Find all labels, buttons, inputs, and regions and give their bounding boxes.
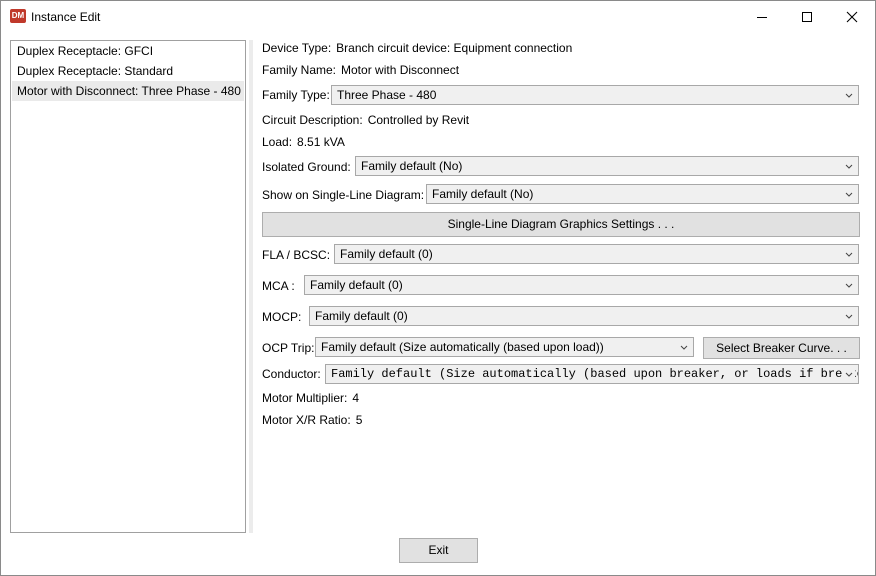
chevron-down-icon: [678, 338, 690, 356]
conductor-value: Family default (Size automatically (base…: [331, 367, 858, 381]
list-item[interactable]: Duplex Receptacle: GFCI: [11, 41, 245, 61]
family-name-row: Family Name: Motor with Disconnect: [262, 63, 459, 77]
title-bar[interactable]: DM Instance Edit: [1, 1, 875, 32]
family-type-value: Three Phase - 480: [337, 88, 437, 102]
single-line-value: Family default (No): [432, 187, 534, 201]
motor-xr-label: Motor X/R Ratio:: [262, 413, 351, 427]
family-name-value: Motor with Disconnect: [341, 63, 460, 77]
list-item-selected[interactable]: Motor with Disconnect: Three Phase - 480: [12, 81, 244, 101]
circuit-description-value: Controlled by Revit: [367, 113, 470, 127]
isolated-ground-label: Isolated Ground:: [262, 160, 351, 174]
motor-multiplier-label: Motor Multiplier:: [262, 391, 348, 405]
conductor-label: Conductor:: [262, 367, 321, 381]
motor-multiplier-row: Motor Multiplier: 4: [262, 391, 359, 405]
fla-bcsc-label: FLA / BCSC:: [262, 248, 331, 262]
minimize-icon: [757, 16, 767, 18]
splitter[interactable]: [249, 40, 253, 533]
ocp-trip-combo[interactable]: Family default (Size automatically (base…: [315, 337, 694, 357]
select-breaker-curve-button[interactable]: Select Breaker Curve. . .: [703, 337, 860, 359]
device-type-label: Device Type:: [262, 41, 332, 55]
single-line-combo[interactable]: Family default (No): [426, 184, 859, 204]
ocp-trip-value: Family default (Size automatically (base…: [321, 340, 604, 354]
fla-bcsc-combo[interactable]: Family default (0): [334, 244, 859, 264]
circuit-description-label: Circuit Description:: [262, 113, 363, 127]
maximize-icon: [802, 11, 812, 22]
family-name-label: Family Name:: [262, 63, 337, 77]
mca-combo[interactable]: Family default (0): [304, 275, 859, 295]
family-type-combo[interactable]: Three Phase - 480: [331, 85, 859, 105]
chevron-down-icon: [843, 157, 855, 175]
fla-bcsc-value: Family default (0): [340, 247, 433, 261]
single-line-label: Show on Single-Line Diagram:: [262, 188, 425, 202]
device-listbox[interactable]: Duplex Receptacle: GFCI Duplex Receptacl…: [10, 40, 246, 533]
chevron-down-icon: [843, 276, 855, 294]
isolated-ground-value: Family default (No): [361, 159, 463, 173]
motor-xr-value: 5: [355, 413, 363, 427]
motor-multiplier-value: 4: [352, 391, 360, 405]
mca-value: Family default (0): [310, 278, 403, 292]
client-area: Duplex Receptacle: GFCI Duplex Receptacl…: [1, 32, 875, 575]
close-icon: [846, 11, 858, 22]
sld-graphics-settings-button[interactable]: Single-Line Diagram Graphics Settings . …: [262, 212, 860, 237]
family-type-label: Family Type:: [262, 88, 330, 102]
minimize-button[interactable]: [739, 1, 785, 32]
window-title: Instance Edit: [31, 10, 101, 24]
chevron-down-icon: [843, 307, 855, 325]
load-value: 8.51 kVA: [297, 135, 345, 149]
conductor-combo[interactable]: Family default (Size automatically (base…: [325, 364, 859, 384]
circuit-description-row: Circuit Description: Controlled by Revit: [262, 113, 469, 127]
mca-label: MCA :: [262, 279, 295, 293]
app-icon: DM: [10, 9, 26, 23]
close-button[interactable]: [829, 1, 875, 32]
motor-xr-row: Motor X/R Ratio: 5: [262, 413, 362, 427]
mocp-value: Family default (0): [315, 309, 408, 323]
load-row: Load: 8.51 kVA: [262, 135, 345, 149]
mocp-combo[interactable]: Family default (0): [309, 306, 859, 326]
chevron-down-icon: [843, 365, 855, 383]
exit-button[interactable]: Exit: [399, 538, 478, 563]
list-item[interactable]: Duplex Receptacle: Standard: [11, 61, 245, 81]
maximize-button[interactable]: [784, 1, 830, 32]
ocp-trip-label: OCP Trip:: [262, 341, 315, 355]
mocp-label: MOCP:: [262, 310, 302, 324]
chevron-down-icon: [843, 86, 855, 104]
instance-edit-window: DM Instance Edit Duplex Receptacle: GFCI…: [0, 0, 876, 576]
load-label: Load:: [262, 135, 293, 149]
chevron-down-icon: [843, 245, 855, 263]
device-type-value: Branch circuit device: Equipment connect…: [336, 41, 573, 55]
isolated-ground-combo[interactable]: Family default (No): [355, 156, 859, 176]
device-type-row: Device Type: Branch circuit device: Equip…: [262, 41, 572, 55]
chevron-down-icon: [843, 185, 855, 203]
